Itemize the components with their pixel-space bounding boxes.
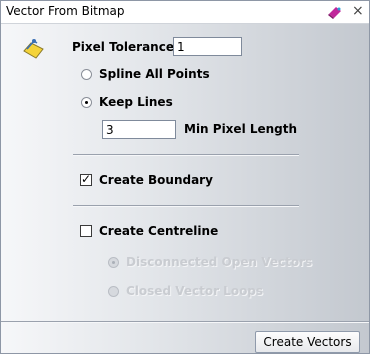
- pixel-tolerance-input[interactable]: [173, 37, 242, 56]
- min-pixel-length-input[interactable]: [102, 120, 176, 139]
- vector-from-bitmap-icon: [23, 39, 44, 59]
- divider-2: [73, 205, 299, 207]
- keep-lines-radio[interactable]: [81, 97, 92, 108]
- create-boundary-checkbox[interactable]: [80, 172, 92, 186]
- footer-divider: [1, 321, 369, 323]
- closed-vector-loops-radio[interactable]: [108, 286, 119, 297]
- divider-1: [73, 154, 299, 156]
- spline-all-points-radio[interactable]: [81, 69, 92, 80]
- close-icon[interactable]: ×: [352, 3, 364, 19]
- create-centreline-label: Create Centreline: [99, 224, 219, 238]
- pixel-tolerance-label: Pixel Tolerance:: [72, 40, 179, 54]
- panel-title: Vector From Bitmap: [6, 4, 125, 18]
- disconnected-open-vectors-radio[interactable]: [108, 257, 119, 268]
- create-boundary-label: Create Boundary: [99, 173, 213, 187]
- pin-icon[interactable]: [327, 5, 343, 19]
- title-bar: Vector From Bitmap ×: [1, 1, 369, 24]
- disconnected-open-vectors-label: Disconnected Open Vectors: [126, 255, 313, 269]
- min-pixel-length-label: Min Pixel Length: [184, 122, 298, 136]
- keep-lines-label: Keep Lines: [99, 95, 173, 109]
- create-vectors-button[interactable]: Create Vectors: [255, 331, 360, 353]
- create-centreline-checkbox[interactable]: [80, 225, 92, 237]
- spline-all-points-label: Spline All Points: [99, 67, 210, 81]
- vector-from-bitmap-panel: Vector From Bitmap × Pixel Tolerance: Sp…: [0, 0, 370, 354]
- closed-vector-loops-label: Closed Vector Loops: [126, 284, 264, 298]
